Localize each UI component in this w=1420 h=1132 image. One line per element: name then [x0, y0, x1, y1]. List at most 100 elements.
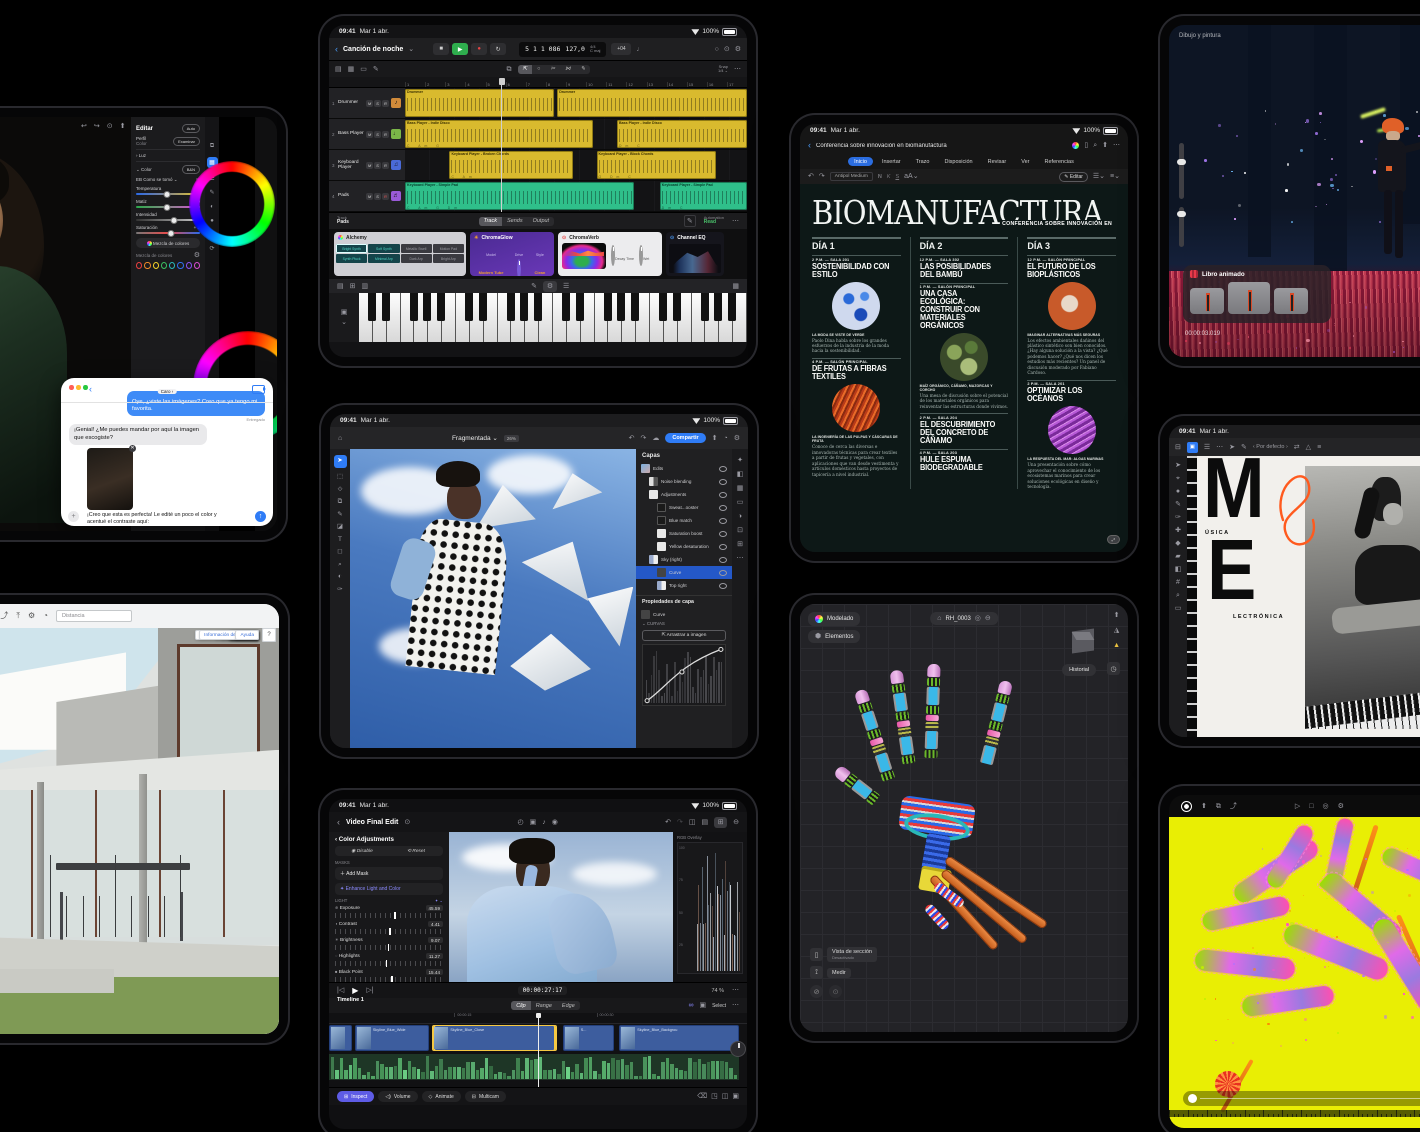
ribbon-tab[interactable]: Ver	[1015, 157, 1035, 166]
shape-tool-icon[interactable]: ◻	[337, 548, 342, 556]
move-tool-icon[interactable]: ➤	[1175, 462, 1181, 469]
visibility-icon[interactable]	[719, 465, 727, 472]
color-mix-button[interactable]: Mezcla de colores	[136, 238, 200, 248]
layer-row[interactable]: Curve	[636, 566, 732, 579]
crop-icon[interactable]: ◳	[711, 1093, 718, 1100]
visibility-icon[interactable]	[719, 504, 727, 511]
video-preview[interactable]	[449, 832, 673, 982]
more-icon[interactable]: ⋯	[737, 555, 744, 562]
edit-mode-segment[interactable]: Clip Range Edge	[511, 1001, 580, 1010]
export-icon[interactable]: ⤴	[0, 612, 8, 620]
frame-thumbnail[interactable]	[1190, 288, 1224, 314]
enhance-button[interactable]: ✦ Enhance Light and Color	[335, 883, 443, 895]
metronome-icon[interactable]: ♩	[636, 46, 643, 53]
mixer-icon[interactable]: ⊙	[724, 46, 730, 53]
timer-icon[interactable]: ◴	[518, 819, 524, 826]
wb-value[interactable]: Como se tomó	[143, 177, 172, 182]
visibility-icon[interactable]	[719, 517, 727, 524]
underline-button[interactable]: S	[895, 174, 899, 180]
edit-button[interactable]: ✎ Editar	[1059, 171, 1088, 182]
section-light[interactable]: › Luz	[136, 153, 146, 158]
keyboard-controls[interactable]: ▣ ⌄	[329, 293, 359, 342]
ribbon-tab[interactable]: Revisar	[982, 157, 1013, 166]
slider-handle[interactable]	[170, 217, 178, 224]
jog-knob[interactable]	[730, 1041, 746, 1057]
wet-knob[interactable]	[638, 245, 643, 266]
export-icon[interactable]: ⬆	[712, 435, 718, 442]
select-tool-icon[interactable]: ➤	[1229, 444, 1235, 451]
undo-icon[interactable]: ↶	[665, 819, 671, 826]
list-icon[interactable]: ☰⌄	[1093, 173, 1105, 180]
history-icon[interactable]: ⟳	[209, 246, 214, 252]
art-canvas[interactable]	[1169, 817, 1420, 1128]
record-button[interactable]: ●	[471, 43, 488, 55]
pencil-icon[interactable]: ✎	[531, 283, 537, 290]
crop-icon[interactable]: ⧉	[210, 143, 214, 149]
reset-button[interactable]: ⟲ Reset	[389, 846, 443, 856]
photo-canvas[interactable]	[350, 449, 636, 748]
poster-canvas[interactable]: M ÚSICA E LECTRÓNICA	[1187, 456, 1420, 737]
color-dot-row[interactable]	[136, 262, 200, 269]
more-icon[interactable]: ⋯	[732, 1002, 739, 1009]
section-color[interactable]: ⌄ Color	[136, 167, 152, 173]
adjustment-slider[interactable]: ⊕ Exposure 45.59	[335, 905, 443, 919]
playback-scrubber[interactable]	[1183, 1091, 1420, 1106]
decay-knob[interactable]	[611, 245, 615, 266]
visibility-icon[interactable]	[719, 543, 727, 550]
zoom-level[interactable]: 74 %	[711, 988, 724, 994]
adjustment-slider[interactable]: ◑ Contrast 4.41	[335, 921, 443, 935]
facetime-icon[interactable]	[252, 385, 266, 394]
settings-icon[interactable]: ⚙	[735, 46, 741, 53]
pen-tool-icon[interactable]: ✎	[1175, 501, 1181, 508]
inspect-button[interactable]: ⊞ Inspect	[337, 1091, 375, 1102]
panel-button[interactable]: Ayuda?	[235, 628, 276, 642]
adjustment-slider[interactable]: ◌ Highlights 11.27	[335, 953, 443, 967]
alchemy-preset[interactable]: Bright Synth	[336, 244, 368, 253]
settings-icon[interactable]: ⚙	[1338, 803, 1344, 810]
view-icon[interactable]: ◮	[1113, 627, 1120, 634]
shape-tool-icon[interactable]: ▰	[1175, 553, 1180, 560]
contact-chip[interactable]: Caro ›	[157, 382, 177, 395]
layer-row[interactable]: Sweat...ooster	[636, 501, 732, 514]
project-title[interactable]: Canción de noche	[343, 46, 403, 53]
brush-opacity-slider[interactable]	[1177, 207, 1186, 247]
playhead[interactable]	[498, 78, 505, 212]
transform-tool-icon[interactable]: ⬚	[337, 473, 343, 481]
camera-icon[interactable]: ▣	[530, 819, 537, 826]
gear-icon[interactable]: ⚙	[194, 252, 200, 259]
record-arm-button[interactable]: R	[382, 130, 389, 138]
voiceover-icon[interactable]: ◉	[552, 819, 558, 826]
move-tool-icon[interactable]: ➤	[333, 455, 347, 468]
frame-thumbnail-current[interactable]	[1228, 282, 1270, 314]
mute-button[interactable]: M	[366, 161, 373, 169]
visibility-icon[interactable]	[719, 582, 727, 589]
view-tool-icon[interactable]: ▭	[1175, 605, 1182, 612]
alchemy-preset[interactable]: Synth Pluck	[336, 254, 368, 263]
visibility-icon[interactable]	[719, 569, 727, 576]
zoom-tool-icon[interactable]: ⌕	[1176, 592, 1180, 599]
section-view-label[interactable]: Vista de sección Desactivado	[827, 947, 877, 962]
strip-panel-icon[interactable]: ▥	[362, 283, 369, 290]
align-icon[interactable]: ≡⌄	[1110, 173, 1120, 180]
back-icon[interactable]: ‹	[89, 385, 92, 394]
zoom-level[interactable]: 26%	[503, 434, 519, 442]
more-icon[interactable]: ⋯	[1216, 444, 1223, 451]
layer-row[interactable]: Yellow desaturation	[636, 540, 732, 553]
tool-icon[interactable]: ✎	[373, 66, 379, 73]
ribbon-tab[interactable]: Referencias	[1039, 157, 1080, 166]
crop-tool-icon[interactable]: ⧉	[338, 498, 343, 506]
adjust-icon[interactable]: ◧	[737, 471, 744, 478]
auto-button[interactable]: Auto	[181, 124, 200, 133]
traffic-lights[interactable]	[69, 385, 88, 390]
font-selector[interactable]: Antipol Medium	[829, 172, 873, 181]
cloud-icon[interactable]: ☁	[652, 435, 659, 442]
share-icon[interactable]: ⤴	[1230, 803, 1237, 810]
eraser-tool-icon[interactable]: ◪	[337, 523, 343, 531]
mirror-icon[interactable]: △	[1306, 444, 1311, 451]
undo-icon[interactable]: ↩	[81, 123, 87, 130]
back-icon[interactable]: ‹	[808, 141, 811, 150]
inspector-icon[interactable]: ⊞	[714, 816, 728, 828]
letter-e[interactable]: E	[1207, 527, 1256, 612]
slider-handle[interactable]	[167, 230, 175, 237]
add-attachment-button[interactable]: +	[68, 511, 79, 522]
